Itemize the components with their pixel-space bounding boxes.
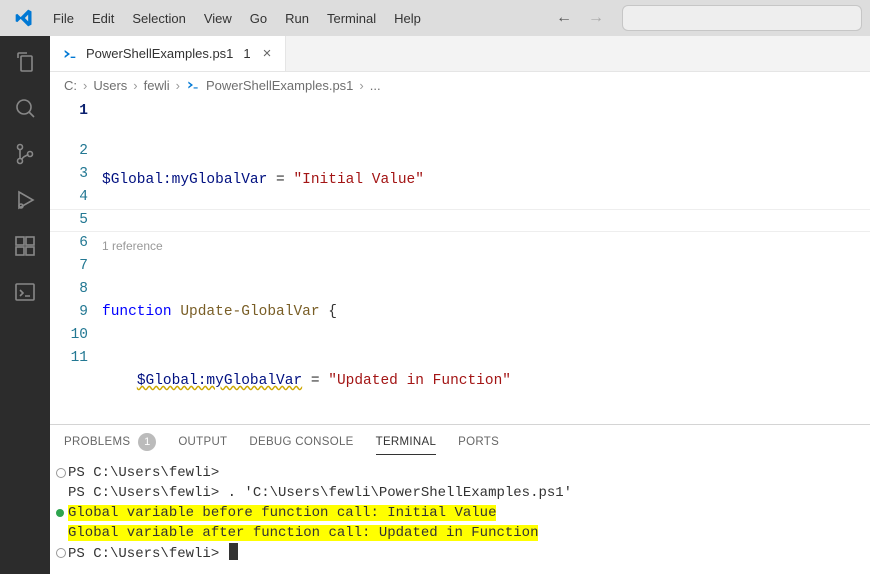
menu-go[interactable]: Go [241,5,276,32]
breadcrumb-seg[interactable]: fewli [144,78,170,93]
close-icon[interactable]: × [259,45,272,62]
terminal-line: PS C:\Users\fewli> . 'C:\Users\fewli\Pow… [56,483,866,503]
line-number-gutter: 1 2 3 4 5 6 7 8 9 10 11 [50,98,102,424]
panel-tabs: PROBLEMS 1 OUTPUT DEBUG CONSOLE TERMINAL… [50,425,870,457]
menu-terminal[interactable]: Terminal [318,5,385,32]
terminal-output[interactable]: PS C:\Users\fewli> PS C:\Users\fewli> . … [50,457,870,574]
nav-back-icon[interactable]: ← [556,9,572,27]
chevron-right-icon: › [176,78,180,93]
nav-arrows: ← → [556,9,622,27]
tab-bar: PowerShellExamples.ps1 1 × [50,36,870,72]
command-center-search[interactable] [622,5,862,31]
chevron-right-icon: › [133,78,137,93]
source-control-icon[interactable] [11,140,39,168]
breadcrumb-seg[interactable]: PowerShellExamples.ps1 [206,78,353,93]
panel-tab-problems[interactable]: PROBLEMS 1 [64,433,156,451]
terminal-panel-icon[interactable] [11,278,39,306]
code-editor[interactable]: 1 2 3 4 5 6 7 8 9 10 11 $Global:myGlobal… [50,98,870,424]
panel-tab-ports[interactable]: PORTS [458,436,499,448]
extensions-icon[interactable] [11,232,39,260]
breadcrumb[interactable]: C: › Users › fewli › PowerShellExamples.… [50,72,870,98]
powershell-file-icon [186,78,200,92]
nav-forward-icon[interactable]: → [588,9,604,27]
tab-filename: PowerShellExamples.ps1 [86,46,233,61]
powershell-file-icon [62,46,78,62]
activity-bar [0,36,50,574]
tab-powershellexamples[interactable]: PowerShellExamples.ps1 1 × [50,36,286,71]
menu-selection[interactable]: Selection [123,5,194,32]
vscode-icon [14,8,34,28]
breadcrumb-seg[interactable]: Users [93,78,127,93]
terminal-line: PS C:\Users\fewli> [56,463,866,483]
menu-run[interactable]: Run [276,5,318,32]
run-debug-icon[interactable] [11,186,39,214]
codelens-references[interactable]: 1 reference [102,238,870,254]
menu-file[interactable]: File [44,5,83,32]
terminal-prompt[interactable]: PS C:\Users\fewli> [56,543,866,564]
menu-help[interactable]: Help [385,5,430,32]
terminal-line: Global variable after function call: Upd… [56,523,866,543]
editor-area: PowerShellExamples.ps1 1 × C: › Users › … [50,36,870,574]
explorer-icon[interactable] [11,48,39,76]
search-icon[interactable] [11,94,39,122]
terminal-cursor [229,543,238,560]
panel-tab-debug-console[interactable]: DEBUG CONSOLE [249,436,353,448]
code-content[interactable]: $Global:myGlobalVar = "Initial Value" 1 … [102,98,870,424]
panel-tab-output[interactable]: OUTPUT [178,436,227,448]
tab-dirty-indicator: 1 [243,46,250,61]
titlebar: File Edit Selection View Go Run Terminal… [0,0,870,36]
breadcrumb-seg[interactable]: C: [64,78,77,93]
terminal-line: Global variable before function call: In… [56,503,866,523]
chevron-right-icon: › [359,78,363,93]
bottom-panel: PROBLEMS 1 OUTPUT DEBUG CONSOLE TERMINAL… [50,424,870,574]
breadcrumb-seg[interactable]: ... [370,78,381,93]
panel-tab-terminal[interactable]: TERMINAL [376,436,437,455]
menu-view[interactable]: View [195,5,241,32]
problems-count-badge: 1 [138,433,156,451]
chevron-right-icon: › [83,78,87,93]
menu-edit[interactable]: Edit [83,5,123,32]
